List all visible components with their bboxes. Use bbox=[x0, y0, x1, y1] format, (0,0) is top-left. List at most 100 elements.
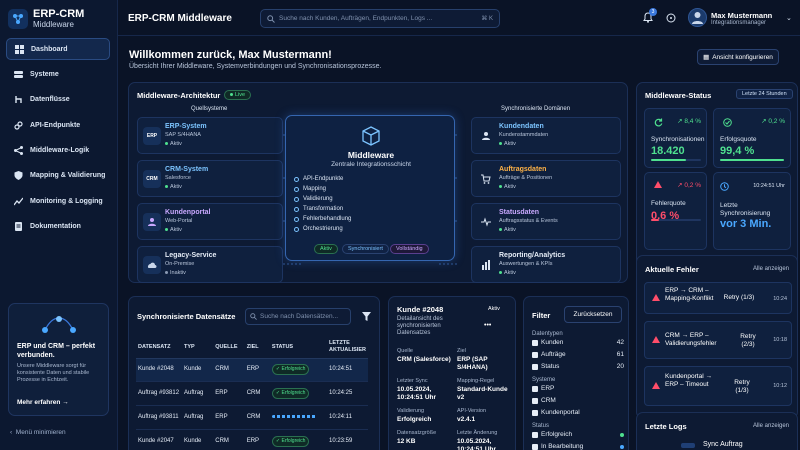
help-icon bbox=[666, 13, 676, 23]
promo-learn-more-link[interactable]: Mehr erfahren → bbox=[17, 399, 69, 406]
filter-icon[interactable] bbox=[362, 312, 371, 321]
collapse-menu-button[interactable]: ‹ Menü minimieren bbox=[10, 429, 66, 436]
datasets-search-placeholder: Suche nach Datensätzen... bbox=[260, 313, 339, 320]
sidebar-item-middleware-logik[interactable]: Middleware-Logik bbox=[6, 140, 110, 162]
search-placeholder: Suche nach Kunden, Aufträgen, Endpunkten… bbox=[279, 15, 433, 22]
domain-kundendaten[interactable]: Kundendaten Kundenstammdaten Aktiv bbox=[471, 117, 621, 154]
checkbox-checked-icon[interactable] bbox=[532, 385, 538, 392]
table-row[interactable]: Auftrag #93812 Auftrag ERP CRM ✓ Erfolgr… bbox=[136, 381, 368, 406]
cell-ziel: CRM bbox=[244, 381, 270, 406]
cell-status bbox=[269, 405, 327, 430]
column-header[interactable]: LETZTE AKTUALISIER bbox=[327, 336, 368, 359]
column-header[interactable]: ZIEL bbox=[244, 336, 270, 359]
error-item[interactable]: ERP → CRM – Mapping-Konflikt Retry (1/3)… bbox=[644, 282, 792, 314]
sidebar-item-datenfluesse[interactable]: Datenflüsse bbox=[6, 89, 110, 111]
promo-card: ERP und CRM – perfekt verbunden. Unsere … bbox=[8, 303, 109, 416]
feature-label: Fehlerbehandlung bbox=[303, 216, 352, 222]
chart-icon bbox=[14, 197, 23, 206]
sidebar-item-monitoring-logging[interactable]: Monitoring & Logging bbox=[6, 190, 110, 212]
sidebar-item-api-endpunkte[interactable]: API-Endpunkte bbox=[6, 114, 110, 136]
detail-label: Datensatzgröße bbox=[397, 430, 437, 436]
checkbox-checked-icon[interactable] bbox=[532, 443, 538, 450]
warning-icon bbox=[654, 181, 662, 188]
table-row[interactable]: Kunde #2048 Kunde CRM ERP ✓ Erfolgreich … bbox=[136, 358, 368, 382]
filter-option-label: Erfolgreich bbox=[541, 431, 573, 438]
filter-option[interactable]: ERP bbox=[532, 385, 612, 392]
filter-option[interactable]: Kundenportal bbox=[532, 409, 612, 416]
filter-option[interactable]: Aufträge 61 bbox=[532, 351, 624, 358]
filter-option[interactable]: CRM bbox=[532, 397, 612, 404]
more-options-icon[interactable]: ••• bbox=[484, 322, 491, 329]
feature-item: Mapping bbox=[294, 184, 351, 194]
sidebar-item-dokumentation[interactable]: Dokumentation bbox=[6, 216, 110, 238]
logs-show-all-link[interactable]: Alle anzeigen bbox=[753, 423, 789, 429]
source-erp[interactable]: ERP ERP-System SAP S/4HANA Aktiv bbox=[137, 117, 283, 154]
checkbox-checked-icon[interactable] bbox=[532, 397, 538, 404]
filter-option[interactable]: Erfolgreich bbox=[532, 431, 624, 438]
checkbox-checked-icon[interactable] bbox=[532, 339, 538, 346]
filter-option[interactable]: Status 20 bbox=[532, 363, 624, 370]
cell-typ: Kunde bbox=[182, 358, 214, 382]
source-kundenportal[interactable]: Kundenportal Web-Portal Aktiv bbox=[137, 203, 283, 240]
error-retry[interactable]: Retry (2/3) bbox=[737, 333, 759, 349]
filter-option[interactable]: Kunden 42 bbox=[532, 339, 624, 346]
error-item[interactable]: Kundenportal → ERP – Timeout Retry (1/3)… bbox=[644, 366, 792, 406]
refresh-icon bbox=[654, 118, 663, 127]
tile-value: 18.420 bbox=[651, 145, 685, 157]
filter-option[interactable]: In Bearbeitung bbox=[532, 443, 624, 450]
checkbox-checked-icon[interactable] bbox=[532, 431, 538, 438]
avatar[interactable] bbox=[688, 8, 707, 27]
error-retry[interactable]: Retry (1/3) bbox=[719, 294, 759, 302]
check-circle-icon bbox=[723, 118, 732, 127]
table-row[interactable]: Kunde #2047 Kunde CRM ERP ✓ Erfolgreich … bbox=[136, 429, 368, 450]
sidebar-item-label: Datenflüsse bbox=[30, 96, 70, 104]
datasets-search-input[interactable]: Suche nach Datensätzen... bbox=[245, 308, 351, 325]
status-badge-label: Erfolgreich bbox=[281, 366, 306, 372]
detail-label: Quelle bbox=[397, 348, 413, 354]
app-logo[interactable]: ERP-CRM Middleware bbox=[8, 9, 84, 29]
configure-view-button[interactable]: ▦ Ansicht konfigurieren bbox=[697, 49, 779, 65]
middleware-core[interactable]: Middleware Zentrale Integrationsschicht … bbox=[285, 115, 455, 261]
filter-option-label: In Bearbeitung bbox=[541, 443, 584, 450]
filter-reset-button[interactable]: Zurücksetzen bbox=[564, 306, 622, 323]
welcome-title: Willkommen zurück, Max Mustermann! bbox=[129, 49, 332, 61]
column-header[interactable]: TYP bbox=[182, 336, 214, 359]
errors-show-all-link[interactable]: Alle anzeigen bbox=[753, 266, 789, 272]
domain-status: Aktiv bbox=[499, 270, 516, 276]
cell-ziel: CRM bbox=[244, 405, 270, 430]
tile-delta: ↗ 8,4 % bbox=[677, 118, 701, 125]
clock-icon bbox=[720, 182, 729, 191]
help-button[interactable] bbox=[666, 13, 676, 25]
checkbox-checked-icon[interactable] bbox=[532, 351, 538, 358]
cell-ziel: ERP bbox=[244, 429, 270, 450]
checkbox-checked-icon[interactable] bbox=[532, 363, 538, 370]
source-crm[interactable]: CRM CRM-System Salesforce Aktiv bbox=[137, 160, 283, 197]
tile-label: Synchronisationen bbox=[651, 136, 705, 143]
error-retry[interactable]: Retry (1/3) bbox=[727, 379, 757, 395]
search-input[interactable]: Suche nach Kunden, Aufträgen, Endpunkten… bbox=[260, 9, 500, 28]
detail-value: ERP (SAP S/4HANA) bbox=[457, 356, 488, 371]
sidebar-item-systeme[interactable]: Systeme bbox=[6, 63, 110, 85]
user-role: Integrationsmanager bbox=[711, 20, 767, 26]
status-progress-indicator bbox=[271, 414, 316, 418]
detail-value: Standard-Kunde v2 bbox=[457, 386, 508, 401]
sidebar-item-dashboard[interactable]: Dashboard bbox=[6, 38, 110, 60]
check-circle-icon bbox=[294, 216, 299, 222]
sidebar-item-mapping-validierung[interactable]: Mapping & Validierung bbox=[6, 165, 110, 187]
notifications-button[interactable]: 3 bbox=[643, 8, 657, 25]
link-icon bbox=[14, 121, 23, 130]
domain-auftragsdaten[interactable]: Auftragsdaten Aufträge & Positionen Akti… bbox=[471, 160, 621, 197]
column-header[interactable]: QUELLE bbox=[213, 336, 245, 359]
error-item[interactable]: CRM → ERP – Validierungsfehler Retry (2/… bbox=[644, 321, 792, 359]
user-menu-chevron-down-icon[interactable]: ⌄ bbox=[786, 14, 792, 22]
column-header[interactable]: DATENSATZ bbox=[136, 336, 183, 359]
welcome-subtitle: Übersicht Ihrer Middleware, Systemverbin… bbox=[129, 63, 382, 70]
detail-value: v2.4.1 bbox=[457, 416, 476, 423]
table-row[interactable]: Auftrag #93811 Auftrag ERP CRM 10:24:11 bbox=[136, 405, 368, 430]
checkbox-checked-icon[interactable] bbox=[532, 409, 538, 416]
domain-statusdaten[interactable]: Statusdaten Auftragsstatus & Events Akti… bbox=[471, 203, 621, 240]
status-range-select[interactable]: Letzte 24 Stunden bbox=[736, 89, 793, 99]
column-header[interactable]: STATUS bbox=[269, 336, 327, 359]
source-legacy[interactable]: Legacy-Service On-Premise Inaktiv bbox=[137, 246, 283, 283]
domain-reporting[interactable]: Reporting/Analytics Auswertungen & KPIs … bbox=[471, 246, 621, 283]
